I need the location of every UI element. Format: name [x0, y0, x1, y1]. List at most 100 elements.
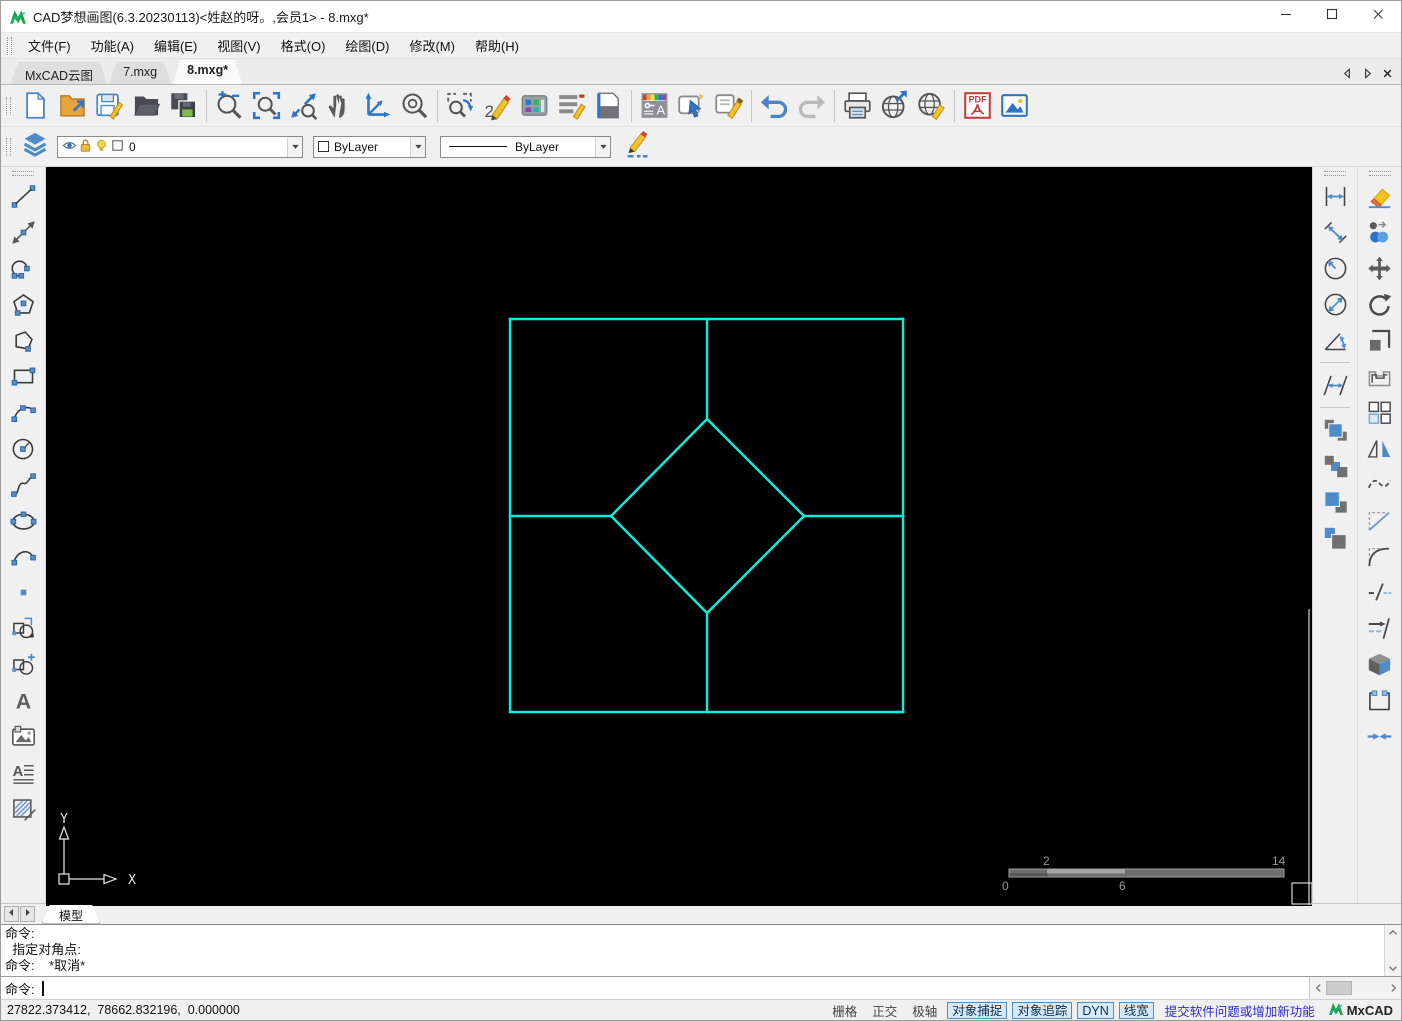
line-button[interactable] — [5, 178, 42, 214]
zoom-previous-button[interactable] — [442, 87, 479, 124]
select-objects-button[interactable] — [673, 87, 710, 124]
menu-item-1[interactable]: 功能(A) — [81, 33, 144, 58]
web-settings-button[interactable] — [913, 87, 950, 124]
stretch-line-button[interactable] — [1361, 502, 1398, 538]
text-content-button[interactable] — [553, 87, 590, 124]
minimize-button[interactable] — [1263, 2, 1309, 32]
fill-style-button[interactable] — [590, 87, 627, 124]
hscroll-thumb[interactable] — [1326, 981, 1352, 995]
arc-3point-button[interactable] — [5, 394, 42, 430]
draworder-front-button[interactable] — [1317, 412, 1354, 448]
arc-button[interactable] — [5, 538, 42, 574]
new-file-button[interactable] — [17, 87, 54, 124]
hatch-button[interactable] — [5, 790, 42, 826]
document-tab-1[interactable]: 7.mxg — [109, 62, 171, 84]
model-prev-button[interactable] — [4, 906, 19, 922]
ucs-axes-button[interactable] — [359, 87, 396, 124]
menu-grip[interactable] — [7, 36, 12, 55]
text-style-button[interactable]: A — [5, 754, 42, 790]
spline-fit-button[interactable] — [1361, 466, 1398, 502]
command-input[interactable]: 命令: — [1, 976, 1401, 999]
scroll-up-icon[interactable] — [1385, 925, 1401, 940]
linetype-combo[interactable]: ByLayer — [440, 135, 611, 158]
point-button[interactable] — [5, 574, 42, 610]
export-pdf-button[interactable]: PDF — [959, 87, 996, 124]
image-button[interactable] — [5, 718, 42, 754]
fillet-button[interactable] — [1361, 538, 1398, 574]
extend-button[interactable] — [1361, 610, 1398, 646]
tab-close-button[interactable] — [1379, 68, 1395, 84]
zoom-center-button[interactable] — [396, 87, 433, 124]
join-button[interactable] — [1361, 718, 1398, 754]
dim-aligned-button[interactable] — [1317, 214, 1354, 250]
menu-item-0[interactable]: 文件(F) — [18, 33, 81, 58]
publish-web-button[interactable] — [876, 87, 913, 124]
move-button[interactable] — [1361, 250, 1398, 286]
pan-button[interactable] — [322, 87, 359, 124]
break-button[interactable] — [1361, 682, 1398, 718]
model-tab[interactable]: 模型 — [42, 905, 100, 924]
layer-combo-chevron-icon[interactable] — [287, 136, 302, 157]
dimension-toolbar-grip[interactable] — [1324, 171, 1346, 176]
undo-button[interactable] — [756, 87, 793, 124]
command-vscrollbar[interactable] — [1384, 925, 1401, 976]
document-tab-0[interactable]: MxCAD云图 — [11, 62, 107, 84]
feedback-link[interactable]: 提交软件问题或增加新功能 — [1165, 1001, 1315, 1020]
dim-linear-button[interactable] — [1317, 178, 1354, 214]
draw-settings-button[interactable] — [619, 130, 655, 164]
zoom-extents-button[interactable] — [285, 87, 322, 124]
save-as-button[interactable] — [165, 87, 202, 124]
close-button[interactable] — [1355, 2, 1401, 32]
scroll-left-icon[interactable] — [1310, 977, 1326, 999]
status-toggle-3[interactable]: 对象捕捉 — [947, 1001, 1008, 1019]
status-toggle-6[interactable]: 线宽 — [1118, 1001, 1154, 1019]
create-block-button[interactable] — [5, 646, 42, 682]
redo-button[interactable] — [793, 87, 830, 124]
draworder-above-button[interactable] — [1317, 484, 1354, 520]
draworder-below-button[interactable] — [1317, 520, 1354, 556]
ray-button[interactable] — [5, 214, 42, 250]
color-combo-chevron-icon[interactable] — [410, 136, 425, 157]
ellipse-button[interactable] — [5, 502, 42, 538]
circle-button[interactable] — [5, 430, 42, 466]
save-button[interactable] — [91, 87, 128, 124]
polygon-button[interactable] — [5, 286, 42, 322]
draw-toolbar-grip[interactable] — [12, 171, 34, 176]
color-palette-button[interactable] — [516, 87, 553, 124]
status-toggle-1[interactable]: 正交 — [867, 1001, 902, 1020]
dim-diameter-button[interactable] — [1317, 286, 1354, 322]
menu-item-3[interactable]: 视图(V) — [207, 33, 270, 58]
copy-button[interactable] — [1361, 214, 1398, 250]
edit-properties-button[interactable] — [710, 87, 747, 124]
scroll-down-icon[interactable] — [1385, 961, 1401, 976]
rotate-button[interactable] — [1361, 286, 1398, 322]
main-toolbar-grip[interactable] — [6, 96, 11, 115]
layer-settings-button[interactable]: A — [636, 87, 673, 124]
scroll-right-icon[interactable] — [1385, 977, 1401, 999]
offset-button[interactable] — [1361, 358, 1398, 394]
text-button[interactable]: A — [5, 682, 42, 718]
layer-combo[interactable]: 0 — [57, 135, 303, 158]
modify-toolbar-grip[interactable] — [1368, 171, 1391, 176]
model-next-button[interactable] — [20, 906, 35, 922]
print-button[interactable] — [839, 87, 876, 124]
menu-item-5[interactable]: 绘图(D) — [335, 33, 399, 58]
status-toggle-5[interactable]: DYN — [1077, 1001, 1114, 1019]
layers-button[interactable] — [17, 130, 53, 164]
erase-button[interactable] — [1361, 178, 1398, 214]
status-toggle-0[interactable]: 栅格 — [827, 1001, 862, 1020]
properties-toolbar-grip[interactable] — [6, 137, 11, 156]
zoom-inout-button[interactable] — [211, 87, 248, 124]
menu-item-7[interactable]: 帮助(H) — [465, 33, 529, 58]
polyline-button[interactable] — [5, 322, 42, 358]
dim-distance-button[interactable] — [1317, 367, 1354, 403]
zoom-window-button[interactable] — [248, 87, 285, 124]
dim-radius-button[interactable] — [1317, 250, 1354, 286]
command-hscrollbar[interactable] — [1309, 977, 1401, 999]
status-toggle-4[interactable]: 对象追踪 — [1012, 1001, 1073, 1019]
export-image-button[interactable] — [996, 87, 1033, 124]
document-tab-2[interactable]: 8.mxg* — [173, 60, 242, 84]
mirror-button[interactable] — [1361, 430, 1398, 466]
dim-angular-button[interactable] — [1317, 322, 1354, 358]
drawing-canvas[interactable]: 2 140 6YX — [46, 167, 1312, 906]
